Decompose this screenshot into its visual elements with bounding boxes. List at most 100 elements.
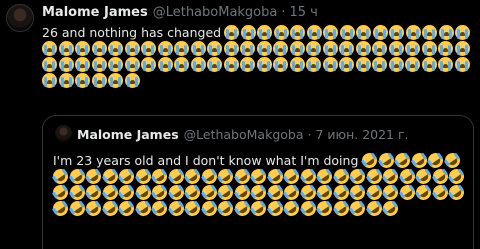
loudly-crying-face-icon [174,41,189,56]
rolling-on-the-floor-laughing-icon [413,182,434,203]
loudly-crying-face-icon [58,57,74,72]
rolling-on-the-floor-laughing-icon [314,198,335,219]
loudly-crying-face-icon [42,41,57,56]
loudly-crying-face-icon [355,41,371,56]
loudly-crying-face-icon [157,41,173,56]
loudly-crying-face-icon [91,73,107,88]
rolling-on-the-floor-laughing-icon [149,198,170,219]
loudly-crying-face-icon [405,57,420,72]
loudly-crying-face-icon [91,41,107,56]
loudly-crying-face-icon [91,57,107,72]
tweet[interactable]: Malome James @LethaboMakgoba · 15 ч 26 a… [0,0,480,249]
loudly-crying-face-icon [421,41,437,56]
loudly-crying-face-icon [438,41,453,56]
quoted-tweet-header: Malome James @LethaboMakgoba · 7 июн. 20… [77,125,409,143]
loudly-crying-face-icon [75,41,90,56]
loudly-crying-face-icon [256,41,272,56]
loudly-crying-face-icon [454,41,470,56]
tweet-header: Malome James @LethaboMakgoba · 15 ч [42,3,318,21]
author-avatar[interactable] [6,4,34,32]
loudly-crying-face-icon [289,57,305,72]
rolling-on-the-floor-laughing-icon [446,182,467,203]
loudly-crying-face-icon [405,25,421,40]
loudly-crying-face-icon [388,41,404,56]
loudly-crying-face-icon [190,57,206,72]
loudly-crying-face-icon [290,25,306,40]
rolling-on-the-floor-laughing-icon [215,198,236,219]
loudly-crying-face-icon [306,25,322,40]
loudly-crying-face-icon [306,41,321,56]
loudly-crying-face-icon [405,41,420,56]
loudly-crying-face-icon [240,25,256,40]
quoted-tweet-date: 7 июн. 2021 г. [315,126,409,142]
loudly-crying-face-icon [124,57,140,72]
loudly-crying-face-icon [355,57,371,72]
loudly-crying-face-icon [75,57,90,72]
loudly-crying-face-icon [322,41,338,56]
quoted-author-avatar [55,125,72,142]
loudly-crying-face-icon [257,25,273,40]
quoted-author-name: Malome James [77,126,179,142]
loudly-crying-face-icon [455,25,471,40]
tweet-time[interactable]: 15 ч [290,5,318,20]
loudly-crying-face-icon [289,41,305,56]
loudly-crying-face-icon [141,57,156,72]
loudly-crying-face-icon [372,41,387,56]
loudly-crying-face-icon [58,41,74,56]
loudly-crying-face-icon [273,57,288,72]
loudly-crying-face-icon [174,57,189,72]
loudly-crying-face-icon [306,57,321,72]
tweet-text: 26 and nothing has changed [42,25,474,89]
loudly-crying-face-icon [339,57,354,72]
quoted-tweet-text-content: I'm 23 years old and I don't know what I… [53,153,359,168]
loudly-crying-face-icon [323,25,339,40]
rolling-on-the-floor-laughing-icon [182,198,203,219]
separator-dot: · [281,4,286,20]
loudly-crying-face-icon [157,57,173,72]
loudly-crying-face-icon [42,73,57,88]
loudly-crying-face-icon [224,25,240,40]
quoted-author-handle: @LethaboMakgoba [183,126,304,142]
rolling-on-the-floor-laughing-icon [248,198,269,219]
loudly-crying-face-icon [273,41,288,56]
loudly-crying-face-icon [438,25,454,40]
loudly-crying-face-icon [256,57,272,72]
author-handle[interactable]: @LethaboMakgoba [153,5,278,20]
loudly-crying-face-icon [124,73,140,88]
loudly-crying-face-icon [124,41,140,56]
rolling-on-the-floor-laughing-icon [281,198,302,219]
loudly-crying-face-icon [389,25,405,40]
loudly-crying-face-icon [388,57,404,72]
loudly-crying-face-icon [141,41,156,56]
tweet-text-content: 26 and nothing has changed [42,25,222,40]
loudly-crying-face-icon [75,73,90,88]
loudly-crying-face-icon [421,57,437,72]
loudly-crying-face-icon [273,25,289,40]
loudly-crying-face-icon [223,57,239,72]
loudly-crying-face-icon [108,57,123,72]
loudly-crying-face-icon [438,57,453,72]
rolling-on-the-floor-laughing-icon [380,198,401,219]
loudly-crying-face-icon [454,57,470,72]
rolling-on-the-floor-laughing-icon [50,198,71,219]
loudly-crying-face-icon [108,73,123,88]
rolling-on-the-floor-laughing-icon [116,198,137,219]
quoted-tweet-text: I'm 23 years old and I don't know what I… [50,150,471,219]
loudly-crying-face-icon [372,25,388,40]
quoted-tweet[interactable]: Malome James @LethaboMakgoba · 7 июн. 20… [42,115,474,249]
author-name[interactable]: Malome James [42,5,148,20]
loudly-crying-face-icon [322,57,338,72]
loudly-crying-face-icon [240,57,255,72]
loudly-crying-face-icon [372,57,387,72]
loudly-crying-face-icon [339,41,354,56]
loudly-crying-face-icon [190,41,206,56]
loudly-crying-face-icon [422,25,438,40]
loudly-crying-face-icon [240,41,255,56]
quoted-separator-dot: · [307,126,312,142]
loudly-crying-face-icon [58,73,74,88]
rolling-on-the-floor-laughing-icon [83,198,104,219]
rolling-on-the-floor-laughing-icon [347,198,368,219]
loudly-crying-face-icon [207,41,222,56]
loudly-crying-face-icon [356,25,372,40]
loudly-crying-face-icon [339,25,355,40]
